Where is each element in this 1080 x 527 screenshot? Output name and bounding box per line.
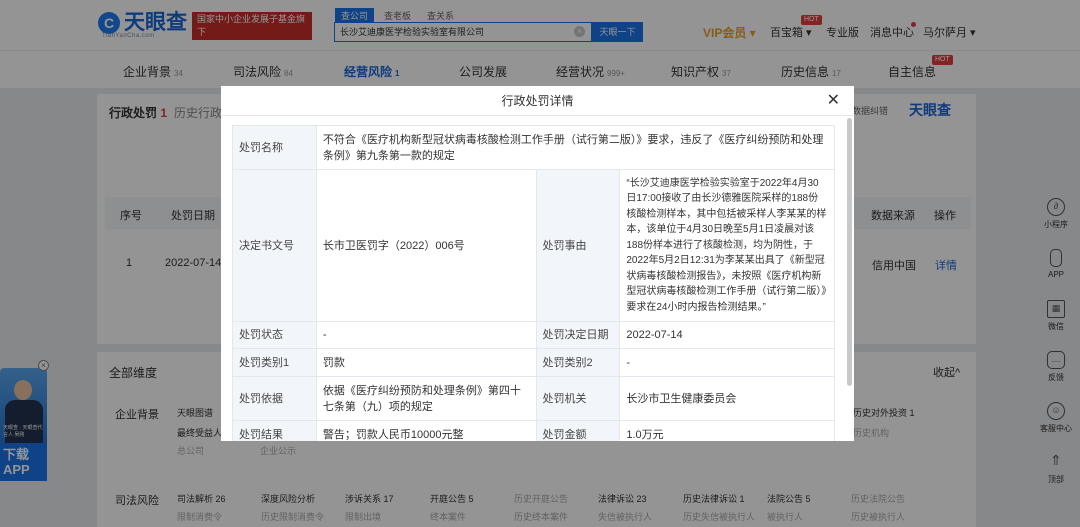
penalty-detail-table: 处罚名称 不符合《医疗机构新型冠状病毒核酸检测工作手册（试行第二版）》要求，违反… bbox=[232, 125, 836, 441]
field-label: 决定书文号 bbox=[232, 169, 317, 322]
field-value: 警告；罚款人民币10000元整 bbox=[315, 420, 537, 441]
field-value: 罚款 bbox=[315, 348, 537, 377]
modal-title: 行政处罚详情 bbox=[501, 94, 574, 108]
field-value: 长市卫医罚字（2022）006号 bbox=[315, 169, 537, 322]
field-label: 处罚依据 bbox=[232, 376, 317, 421]
table-row: 处罚名称 不符合《医疗机构新型冠状病毒核酸检测工作手册（试行第二版）》要求，违反… bbox=[232, 125, 836, 170]
field-label: 处罚状态 bbox=[232, 321, 317, 349]
field-label: 处罚结果 bbox=[232, 420, 317, 441]
modal-header: 行政处罚详情 ✕ bbox=[221, 86, 854, 116]
field-label: 处罚机关 bbox=[535, 376, 621, 421]
field-label: 处罚决定日期 bbox=[535, 321, 621, 349]
field-value: 2022-07-14 bbox=[619, 321, 835, 349]
field-value: 不符合《医疗机构新型冠状病毒核酸检测工作手册（试行第二版）》要求，违反了《医疗纠… bbox=[315, 125, 836, 170]
table-row: 处罚状态 - 处罚决定日期 2022-07-14 bbox=[232, 321, 835, 349]
field-label: 处罚类别2 bbox=[535, 348, 621, 377]
table-row: 处罚依据 依据《医疗纠纷预防和处理条例》第四十七条第（九）项的规定 处罚机关 长… bbox=[232, 376, 835, 421]
field-label: 处罚事由 bbox=[535, 169, 621, 322]
field-label: 处罚金额 bbox=[535, 420, 621, 441]
modal-scrollbar[interactable] bbox=[847, 118, 852, 386]
field-label: 处罚类别1 bbox=[232, 348, 317, 377]
field-value: 依据《医疗纠纷预防和处理条例》第四十七条第（九）项的规定 bbox=[315, 376, 537, 421]
field-value: 长沙市卫生健康委员会 bbox=[619, 376, 835, 421]
field-value: 1.0万元 bbox=[619, 420, 835, 441]
close-icon[interactable]: ✕ bbox=[827, 86, 840, 116]
table-row: 处罚类别1 罚款 处罚类别2 - bbox=[232, 348, 835, 377]
penalty-detail-modal: 行政处罚详情 ✕ 处罚名称 不符合《医疗机构新型冠状病毒核酸检测工作手册（试行第… bbox=[221, 86, 854, 441]
table-row: 处罚结果 警告；罚款人民币10000元整 处罚金额 1.0万元 bbox=[232, 420, 835, 441]
table-row: 决定书文号 长市卫医罚字（2022）006号 处罚事由 “长沙艾迪康医学检验实验… bbox=[232, 169, 835, 322]
field-value: - bbox=[315, 321, 537, 349]
field-value: - bbox=[619, 348, 835, 377]
field-label: 处罚名称 bbox=[232, 125, 317, 170]
field-value: “长沙艾迪康医学检验实验室于2022年4月30日17:00接收了由长沙德雅医院采… bbox=[619, 169, 835, 322]
